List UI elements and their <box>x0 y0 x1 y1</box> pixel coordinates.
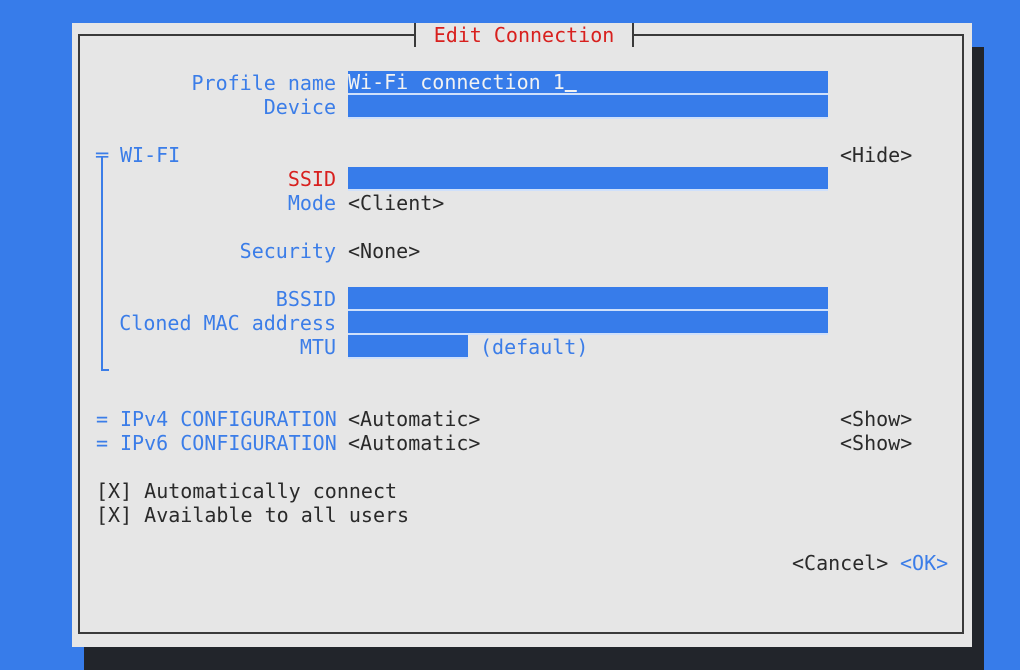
wifi-section-header: WI-FI <box>120 143 181 167</box>
checkbox-label: Available to all users <box>144 503 410 527</box>
ipv4-show-button[interactable]: <Show> <box>840 407 912 431</box>
edit-connection-dialog: Edit Connection Profile name Wi-Fi conne… <box>72 23 972 647</box>
ipv4-section-marker: = <box>96 407 109 431</box>
security-dropdown[interactable]: <None> <box>348 239 420 263</box>
ssid-label: SSID <box>287 167 336 191</box>
ok-button[interactable]: <OK> <box>900 551 948 575</box>
ssid-input[interactable] <box>348 167 828 191</box>
profile-name-input[interactable]: Wi-Fi connection 1 <box>348 71 828 95</box>
ipv6-section-marker: = <box>96 431 109 455</box>
profile-name-label: Profile name <box>191 71 337 95</box>
text-cursor <box>565 71 577 93</box>
cancel-button[interactable]: <Cancel> <box>792 551 888 575</box>
cloned-mac-label: Cloned MAC address <box>119 311 336 335</box>
mode-label: Mode <box>287 191 336 215</box>
all-users-checkbox[interactable]: [X] Available to all users <box>96 503 409 527</box>
bssid-label: BSSID <box>275 287 336 311</box>
security-label: Security <box>239 239 336 263</box>
ipv4-method-dropdown[interactable]: <Automatic> <box>348 407 480 431</box>
dialog-title: Edit Connection <box>414 23 634 47</box>
checkbox-mark: [X] <box>96 503 133 527</box>
mtu-label: MTU <box>299 335 336 359</box>
auto-connect-checkbox[interactable]: [X] Automatically connect <box>96 479 397 503</box>
bssid-input[interactable] <box>348 287 828 311</box>
ipv6-method-dropdown[interactable]: <Automatic> <box>348 431 480 455</box>
ipv6-section-header: IPv6 CONFIGURATION <box>120 431 337 455</box>
checkbox-label: Automatically connect <box>144 479 398 503</box>
cloned-mac-input[interactable] <box>348 311 828 335</box>
wifi-section-bracket-end <box>101 369 109 371</box>
ipv6-show-button[interactable]: <Show> <box>840 431 912 455</box>
checkbox-mark: [X] <box>96 479 133 503</box>
device-input[interactable] <box>348 95 828 119</box>
device-label: Device <box>263 95 336 119</box>
mode-dropdown[interactable]: <Client> <box>348 191 444 215</box>
ipv4-section-header: IPv4 CONFIGURATION <box>120 407 337 431</box>
mtu-input[interactable] <box>348 335 468 359</box>
profile-name-value: Wi-Fi connection 1 <box>348 71 565 94</box>
wifi-hide-button[interactable]: <Hide> <box>840 143 912 167</box>
mtu-hint: (default) <box>480 335 589 359</box>
